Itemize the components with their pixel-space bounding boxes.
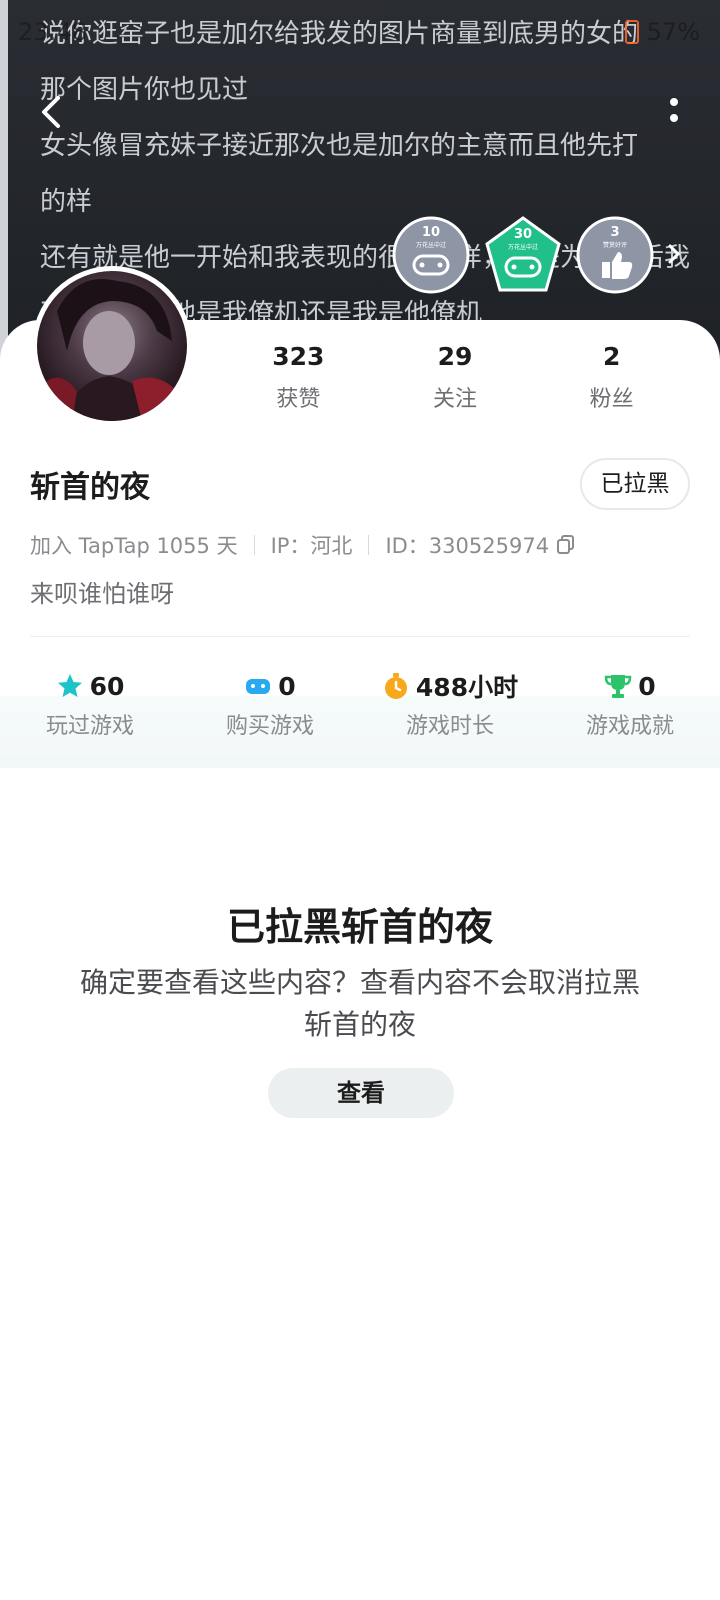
join-info: 加入 TapTap 1055 天 — [30, 534, 238, 558]
badge-number: 30 — [514, 227, 532, 242]
badge-thumbs-up-icon[interactable]: 3 赞赏好评 — [576, 216, 654, 294]
header-text-line: 女头像冒充妹子接近那次也是加尔的主意而且他先打 — [40, 131, 639, 161]
badge-gamepad-icon[interactable]: 10 万花丛中过 — [392, 216, 470, 294]
badge-number: 3 — [610, 225, 619, 240]
badge-caption: 万花丛中过 — [416, 241, 446, 249]
trophy-icon — [605, 675, 632, 698]
avatar-image — [42, 279, 177, 421]
meta-separator — [253, 535, 255, 555]
status-bar: 23:48 57% — [0, 14, 720, 54]
badge-number: 10 — [422, 225, 440, 240]
header-edge-strip — [0, 0, 8, 360]
stat-followers-value: 2 — [602, 342, 621, 371]
gamepad-icon — [246, 679, 271, 694]
badge-caption: 赞赏好评 — [603, 241, 627, 249]
stat-likes-value: 323 — [272, 342, 325, 371]
game-stat-purchased-label: 购买游戏 — [225, 714, 314, 739]
star-icon — [57, 674, 82, 697]
game-stat-playtime-value: 488小时 — [415, 673, 519, 702]
header-text-line: 那个图片你也见过 — [40, 75, 249, 105]
block-notice-description: 确定要查看这些内容？查看内容不会取消拉黑斩首的夜 — [79, 966, 640, 1041]
block-notice-title: 已拉黑斩首的夜 — [226, 905, 493, 949]
user-id: ID：330525974 — [385, 534, 550, 558]
stat-likes[interactable]: 323 获赞 — [220, 342, 377, 413]
stat-likes-label: 获赞 — [276, 387, 321, 412]
game-stat-played-value: 60 — [89, 671, 125, 701]
stopwatch-icon — [384, 673, 407, 699]
game-stat-purchased[interactable]: 0 购买游戏 — [180, 668, 360, 768]
game-stat-played[interactable]: 60 玩过游戏 — [0, 668, 180, 768]
stat-following[interactable]: 29 关注 — [377, 342, 534, 413]
battery-icon — [624, 20, 639, 44]
badge-caption: 万花丛中过 — [508, 243, 538, 251]
stat-followers[interactable]: 2 粉丝 — [533, 342, 690, 413]
game-stat-playtime-label: 游戏时长 — [405, 714, 494, 739]
divider — [30, 636, 690, 637]
stat-following-value: 29 — [437, 342, 473, 371]
back-arrow-icon[interactable] — [34, 92, 74, 132]
game-stat-achievements[interactable]: 0 游戏成就 — [540, 668, 720, 768]
status-time: 23:48 — [18, 18, 88, 46]
stat-following-label: 关注 — [433, 387, 478, 412]
stat-followers-label: 粉丝 — [589, 387, 634, 412]
game-stat-played-label: 玩过游戏 — [45, 714, 134, 739]
game-stat-achievements-value: 0 — [638, 671, 656, 701]
blocked-button[interactable]: 已拉黑 — [580, 458, 690, 510]
ip-location: IP：河北 — [270, 534, 353, 558]
view-content-button[interactable]: 查看 — [268, 1068, 454, 1118]
bio: 来呗谁怕谁呀 — [30, 580, 174, 608]
game-stat-purchased-value: 0 — [278, 671, 296, 701]
badge-gamepad-green-icon[interactable]: 30 万花丛中过 — [484, 216, 562, 294]
game-stats: 60 玩过游戏 0 购买游戏 488小时 游戏时长 0 游戏成就 — [0, 668, 720, 768]
copy-icon[interactable] — [557, 535, 575, 555]
badge-row[interactable]: 10 万花丛中过 30 万花丛中过 3 赞赏好评 — [392, 216, 654, 294]
chevron-right-icon[interactable] — [664, 242, 684, 266]
status-icons: 57% — [624, 18, 700, 46]
profile-meta: 加入 TapTap 1055 天 IP：河北 ID：330525974 — [30, 530, 575, 560]
meta-separator — [368, 535, 370, 555]
avatar[interactable] — [32, 266, 192, 426]
game-stat-achievements-label: 游戏成就 — [585, 714, 674, 739]
username: 斩首的夜 — [30, 470, 150, 505]
battery-percent: 57% — [646, 18, 700, 46]
profile-stats: 323 获赞 29 关注 2 粉丝 — [220, 342, 690, 413]
more-options-icon[interactable] — [664, 96, 684, 132]
profile-card — [0, 320, 720, 1600]
game-stat-playtime[interactable]: 488小时 游戏时长 — [360, 668, 540, 768]
